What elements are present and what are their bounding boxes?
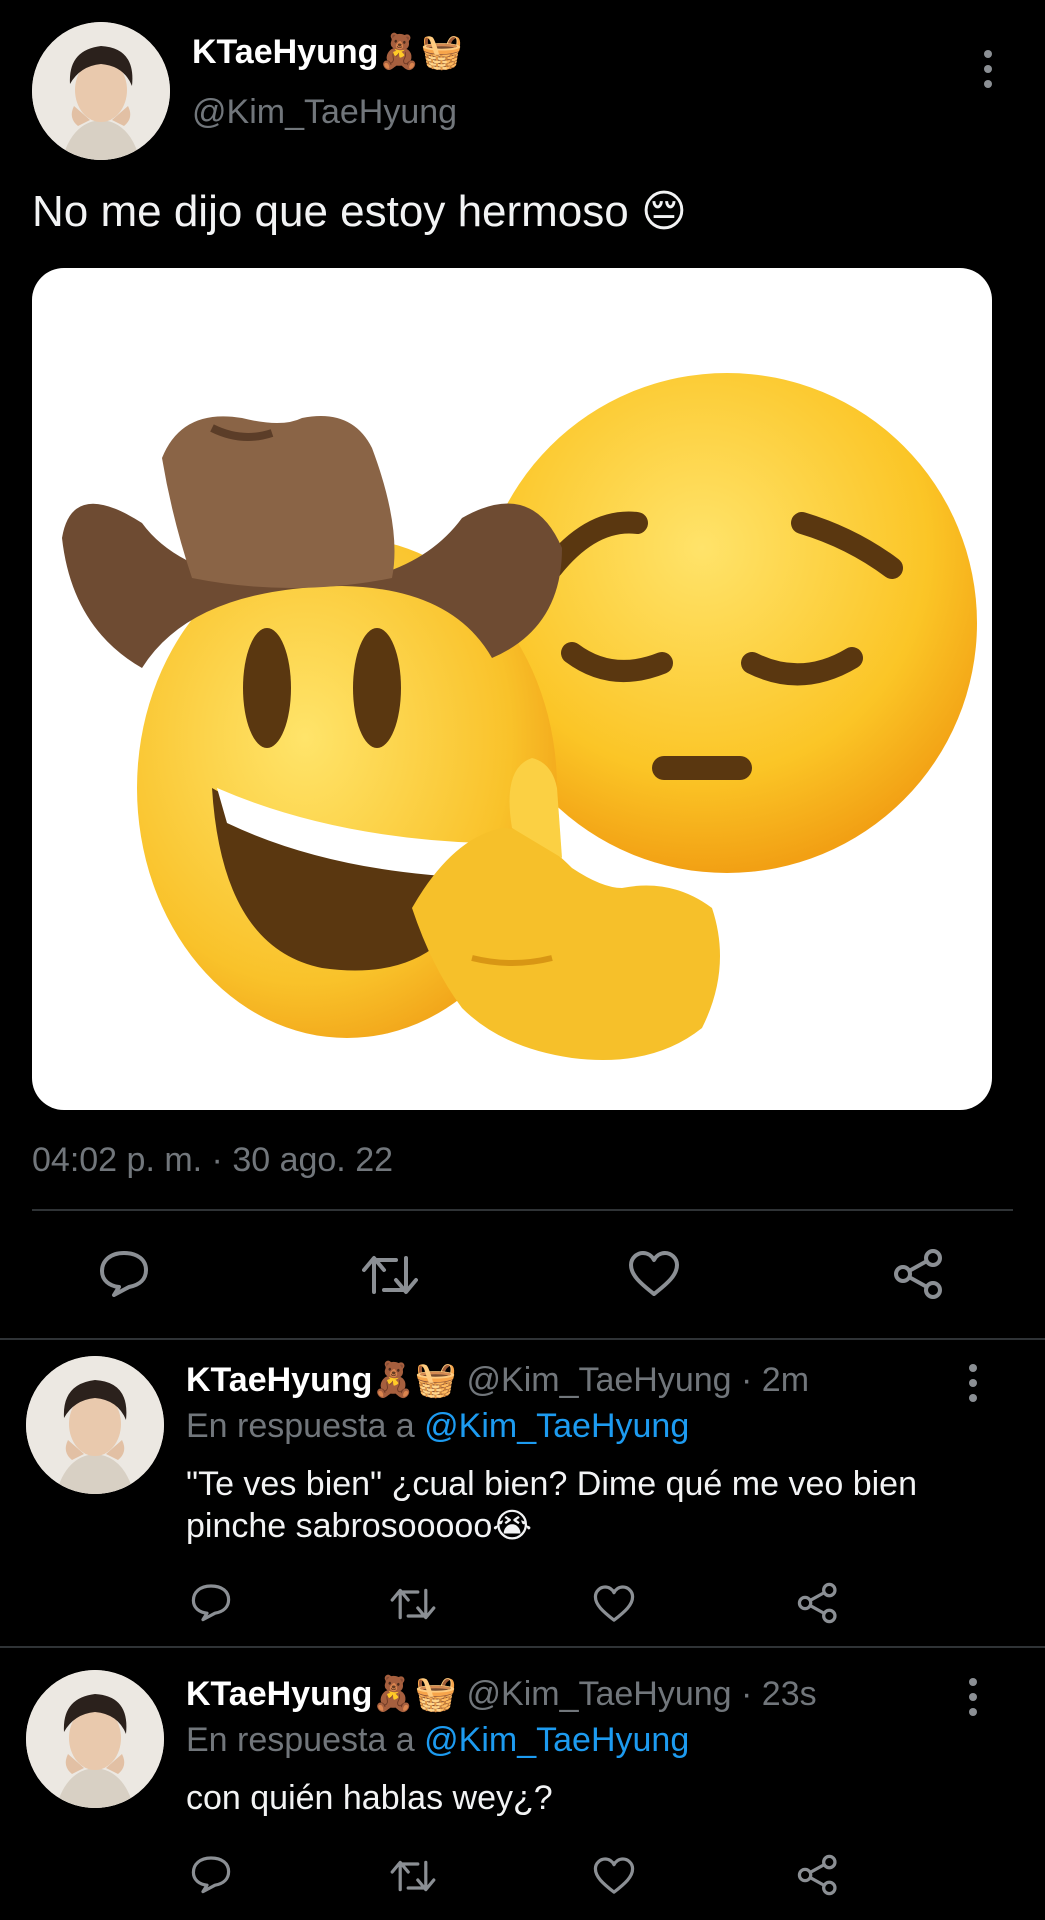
more-options-icon[interactable]: [983, 50, 993, 88]
more-options-icon[interactable]: [968, 1364, 978, 1402]
like-icon[interactable]: [593, 1856, 635, 1896]
tweet-text-emoji: 😔: [640, 187, 687, 236]
divider: [0, 1338, 1045, 1340]
avatar[interactable]: [26, 1670, 164, 1808]
share-icon[interactable]: [893, 1248, 945, 1300]
divider: [32, 1209, 1013, 1211]
more-options-icon[interactable]: [968, 1678, 978, 1716]
reply-prefix: En respuesta a: [186, 1407, 415, 1445]
reply-prefix: En respuesta a: [186, 1721, 415, 1759]
tweet-text: No me dijo que estoy hermoso: [32, 187, 629, 236]
handle[interactable]: @Kim_TaeHyung: [192, 92, 457, 132]
reply-text-line: pinche sabrosooooo😭: [186, 1507, 532, 1545]
name-emoji: 🧸🧺: [378, 33, 464, 71]
reply-icon[interactable]: [190, 1582, 232, 1622]
display-name[interactable]: KTaeHyung: [186, 1675, 372, 1713]
divider: [0, 1646, 1045, 1648]
name-emoji: 🧸🧺: [372, 1675, 458, 1713]
avatar[interactable]: [26, 1356, 164, 1494]
reply-icon[interactable]: [190, 1854, 232, 1894]
handle-time[interactable]: @Kim_TaeHyung · 23s: [467, 1675, 817, 1713]
timestamp: 04:02 p. m. · 30 ago. 22: [32, 1141, 394, 1179]
handle-time[interactable]: @Kim_TaeHyung · 2m: [467, 1361, 810, 1399]
like-icon[interactable]: [593, 1584, 635, 1624]
reply-text-line: "Te ves bien" ¿cual bien? Dime qué me ve…: [186, 1465, 917, 1503]
share-icon[interactable]: [797, 1854, 839, 1896]
reply-to-link[interactable]: @Kim_TaeHyung: [424, 1721, 689, 1759]
display-name[interactable]: KTaeHyung: [192, 33, 378, 71]
like-icon[interactable]: [628, 1250, 680, 1298]
tweet-image[interactable]: [32, 268, 992, 1110]
share-icon[interactable]: [797, 1582, 839, 1624]
avatar[interactable]: [32, 22, 170, 160]
reply-to-link[interactable]: @Kim_TaeHyung: [424, 1407, 689, 1445]
name-emoji: 🧸🧺: [372, 1361, 458, 1399]
reply-text-line: con quién hablas wey¿?: [186, 1779, 553, 1817]
reply-icon[interactable]: [98, 1248, 150, 1298]
display-name[interactable]: KTaeHyung: [186, 1361, 372, 1399]
retweet-icon[interactable]: [362, 1250, 418, 1300]
retweet-icon[interactable]: [390, 1856, 436, 1896]
retweet-icon[interactable]: [390, 1584, 436, 1624]
